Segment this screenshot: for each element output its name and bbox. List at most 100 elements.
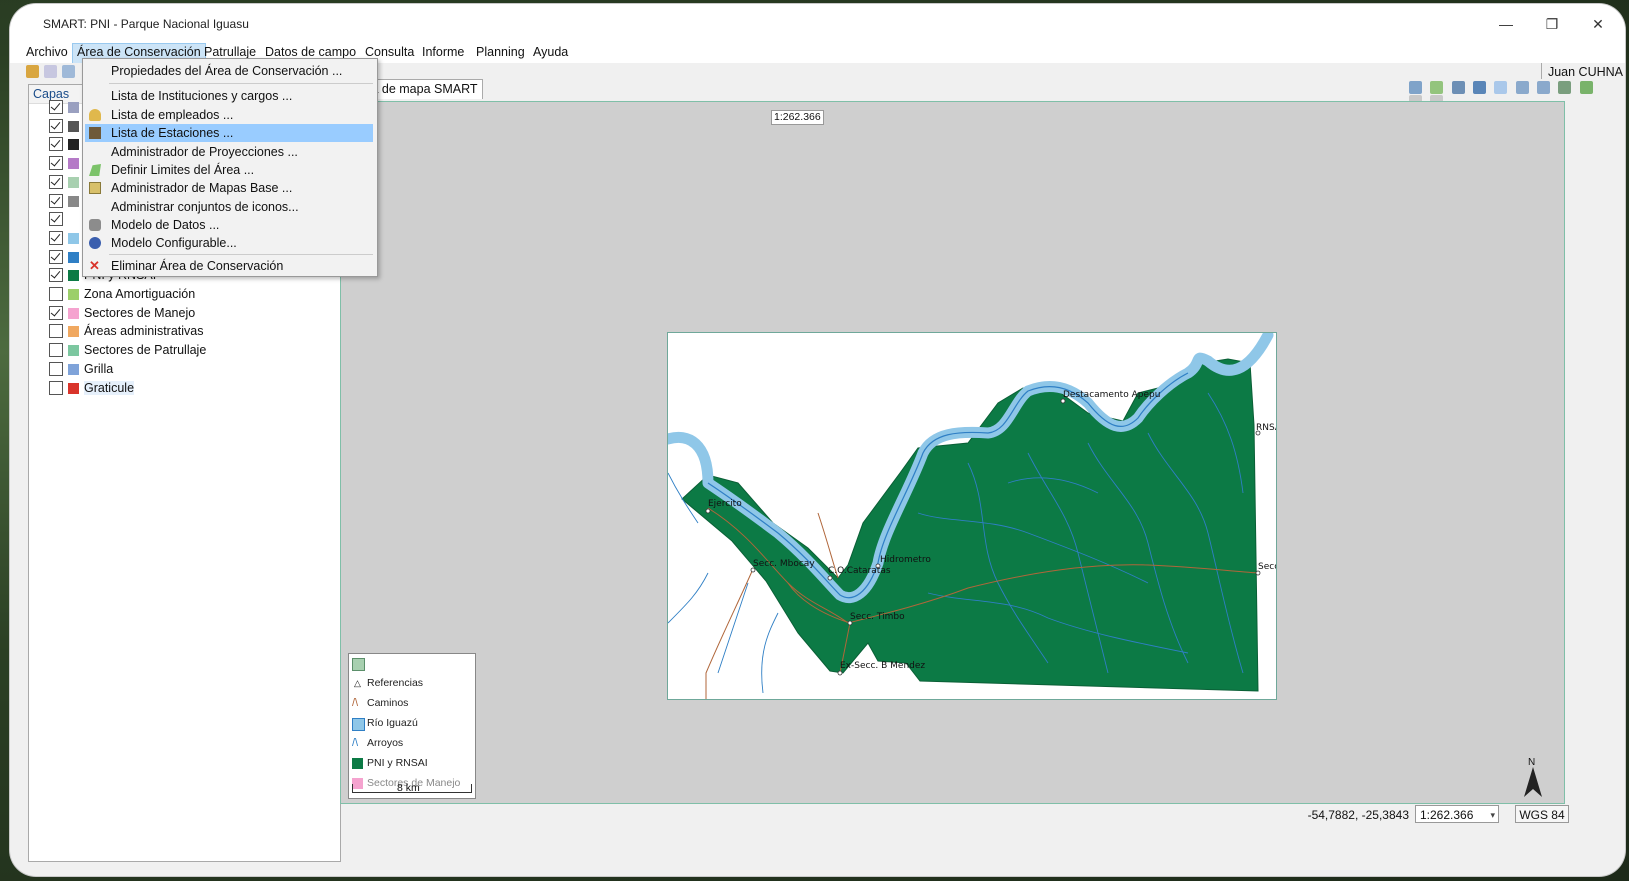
scale-bar-label: 8 km xyxy=(397,782,420,794)
layer-checkbox[interactable] xyxy=(49,137,63,152)
layer-label: Graticule xyxy=(84,380,135,395)
layer-label: Zona Amortiguación xyxy=(84,287,196,301)
open-icon[interactable] xyxy=(26,65,39,78)
north-arrow: N xyxy=(1522,757,1544,797)
cursor-coordinates: -54,7882, -25,3843 xyxy=(1307,808,1409,822)
list-icon[interactable] xyxy=(62,65,75,78)
north-icon xyxy=(68,139,79,151)
layer-checkbox[interactable] xyxy=(49,361,63,376)
zoom-out-icon[interactable] xyxy=(1515,81,1529,94)
menu-separator xyxy=(109,254,373,255)
layer-label: Sectores de Manejo xyxy=(84,305,196,320)
map-tab-bar: ta de mapa SMART xyxy=(343,79,1625,108)
layer-checkbox[interactable] xyxy=(49,249,63,264)
river-icon xyxy=(352,718,365,731)
graticule-icon xyxy=(68,382,79,394)
park-polygon-icon xyxy=(68,270,79,282)
scale-dropdown[interactable]: 1:262.366 ▾ xyxy=(1415,805,1499,823)
road-line-icon: /\ xyxy=(352,697,359,709)
menu-archivo[interactable]: Archivo xyxy=(22,43,72,62)
polygon-icon xyxy=(68,176,79,188)
crs-button[interactable]: WGS 84 xyxy=(1515,805,1569,823)
polygon-icon xyxy=(352,658,365,671)
map-canvas[interactable]: 1:262.366 Destacamento Apepu RNS Ejercit… xyxy=(340,101,1565,804)
status-bar: -54,7882, -25,3843 1:262.366 ▾ WGS 84 xyxy=(343,804,1625,826)
menu-item-proyecciones[interactable]: Administrador de Proyecciones ... xyxy=(85,143,373,161)
admin-polygon-icon xyxy=(68,326,79,338)
layer-checkbox[interactable] xyxy=(49,305,63,320)
close-button[interactable]: ✕ xyxy=(1575,12,1621,36)
select-icon[interactable] xyxy=(1494,81,1508,94)
layer-checkbox[interactable] xyxy=(49,324,63,339)
layer-checkbox[interactable] xyxy=(49,343,63,358)
label-ejercito: Ejercito xyxy=(708,499,742,509)
grid-icon xyxy=(68,363,79,375)
app-window: SMART: PNI - Parque Nacional Iguasu — ❐ … xyxy=(10,4,1625,876)
layer-label: Grilla xyxy=(84,361,114,376)
triangle-icon xyxy=(68,195,79,207)
layer-checkbox[interactable] xyxy=(49,212,63,227)
menu-item-propiedades[interactable]: Propiedades del Área de Conservación ... xyxy=(85,62,373,80)
blank-icon xyxy=(68,214,79,226)
layer-checkbox[interactable] xyxy=(49,174,63,189)
layer-checkbox[interactable] xyxy=(49,100,63,114)
patrol-polygon-icon xyxy=(68,345,79,357)
layers-icon[interactable] xyxy=(1558,81,1572,94)
layer-checkbox[interactable] xyxy=(49,380,63,395)
stream-line-icon: /\ xyxy=(352,737,359,749)
menu-item-eliminar[interactable]: ✕ Eliminar Área de Conservación xyxy=(85,257,373,275)
tab-map-view[interactable]: ta de mapa SMART xyxy=(363,79,483,99)
layer-label: Áreas administrativas xyxy=(84,324,204,339)
label-secc-mbocay: Secc. Mbocay xyxy=(753,559,815,569)
export-icon[interactable] xyxy=(1409,81,1422,94)
triangle-icon: △ xyxy=(354,678,361,688)
stream-icon xyxy=(68,251,79,263)
full-extent-icon[interactable] xyxy=(1451,81,1465,94)
layer-checkbox[interactable] xyxy=(49,118,63,133)
layer-checkbox[interactable] xyxy=(49,193,63,208)
settings-icon[interactable] xyxy=(1579,81,1593,94)
menu-item-modelo-datos[interactable]: Modelo de Datos ... xyxy=(85,216,373,234)
station-icon xyxy=(89,127,101,139)
scale-icon xyxy=(68,120,79,132)
label-co-cataratas: C.O.Cataratas xyxy=(828,566,891,576)
north-arrow-icon xyxy=(1524,767,1542,797)
menu-item-instituciones[interactable]: Lista de Instituciones y cargos ... xyxy=(85,87,373,105)
map-legend: △ Referencias /\ Caminos Río Iguazú /\ A… xyxy=(348,653,476,799)
menu-planning[interactable]: Planning xyxy=(472,43,529,62)
sector-polygon-icon xyxy=(68,307,79,319)
menu-item-estaciones[interactable]: Lista de Estaciones ... xyxy=(85,124,373,142)
label-rnsai: RNSAI xyxy=(1256,423,1276,433)
legend-icon xyxy=(68,158,79,170)
menu-informe[interactable]: Informe xyxy=(418,43,468,62)
maximize-button[interactable]: ❐ xyxy=(1529,12,1575,36)
menu-item-modelo-configurable[interactable]: Modelo Configurable... xyxy=(85,234,373,252)
buffer-polygon-icon xyxy=(68,289,79,300)
zoom-in-icon[interactable] xyxy=(1537,81,1551,94)
scale-value: 1:262.366 xyxy=(1420,808,1474,822)
label-ex-secc-b-mendez: Ex-Secc. B Mendez xyxy=(840,661,925,671)
menu-item-iconos[interactable]: Administrar conjuntos de iconos... xyxy=(85,198,373,216)
map-frame[interactable]: Destacamento Apepu RNSAI Ejercito Hidrom… xyxy=(667,332,1277,700)
menu-item-limites[interactable]: Definir Limites del Área ... xyxy=(85,161,373,179)
label-secc-timbo: Secc. Timbo xyxy=(850,612,905,622)
delete-icon: ✕ xyxy=(89,258,100,273)
pan-icon[interactable] xyxy=(1473,81,1487,94)
layer-checkbox[interactable] xyxy=(49,230,63,245)
menu-item-empleados[interactable]: Lista de empleados ... xyxy=(85,106,373,124)
layer-checkbox[interactable] xyxy=(49,287,63,301)
save-map-icon[interactable] xyxy=(1430,81,1444,94)
person-icon xyxy=(89,109,101,121)
map-icon xyxy=(89,182,101,194)
label-hidrometro: Hidrometro xyxy=(880,555,931,565)
menu-item-mapas-base[interactable]: Administrador de Mapas Base ... xyxy=(85,179,373,197)
layer-checkbox[interactable] xyxy=(49,156,63,171)
menu-ayuda[interactable]: Ayuda xyxy=(529,43,572,62)
title-bar: SMART: PNI - Parque Nacional Iguasu — ❐ … xyxy=(10,4,1625,42)
layer-checkbox[interactable] xyxy=(49,268,63,283)
area-conservacion-menu: Propiedades del Área de Conservación ...… xyxy=(82,58,378,277)
gear-icon xyxy=(89,237,101,249)
layers-title: Capas xyxy=(33,87,70,101)
table-icon[interactable] xyxy=(44,65,57,78)
minimize-button[interactable]: — xyxy=(1483,12,1529,36)
